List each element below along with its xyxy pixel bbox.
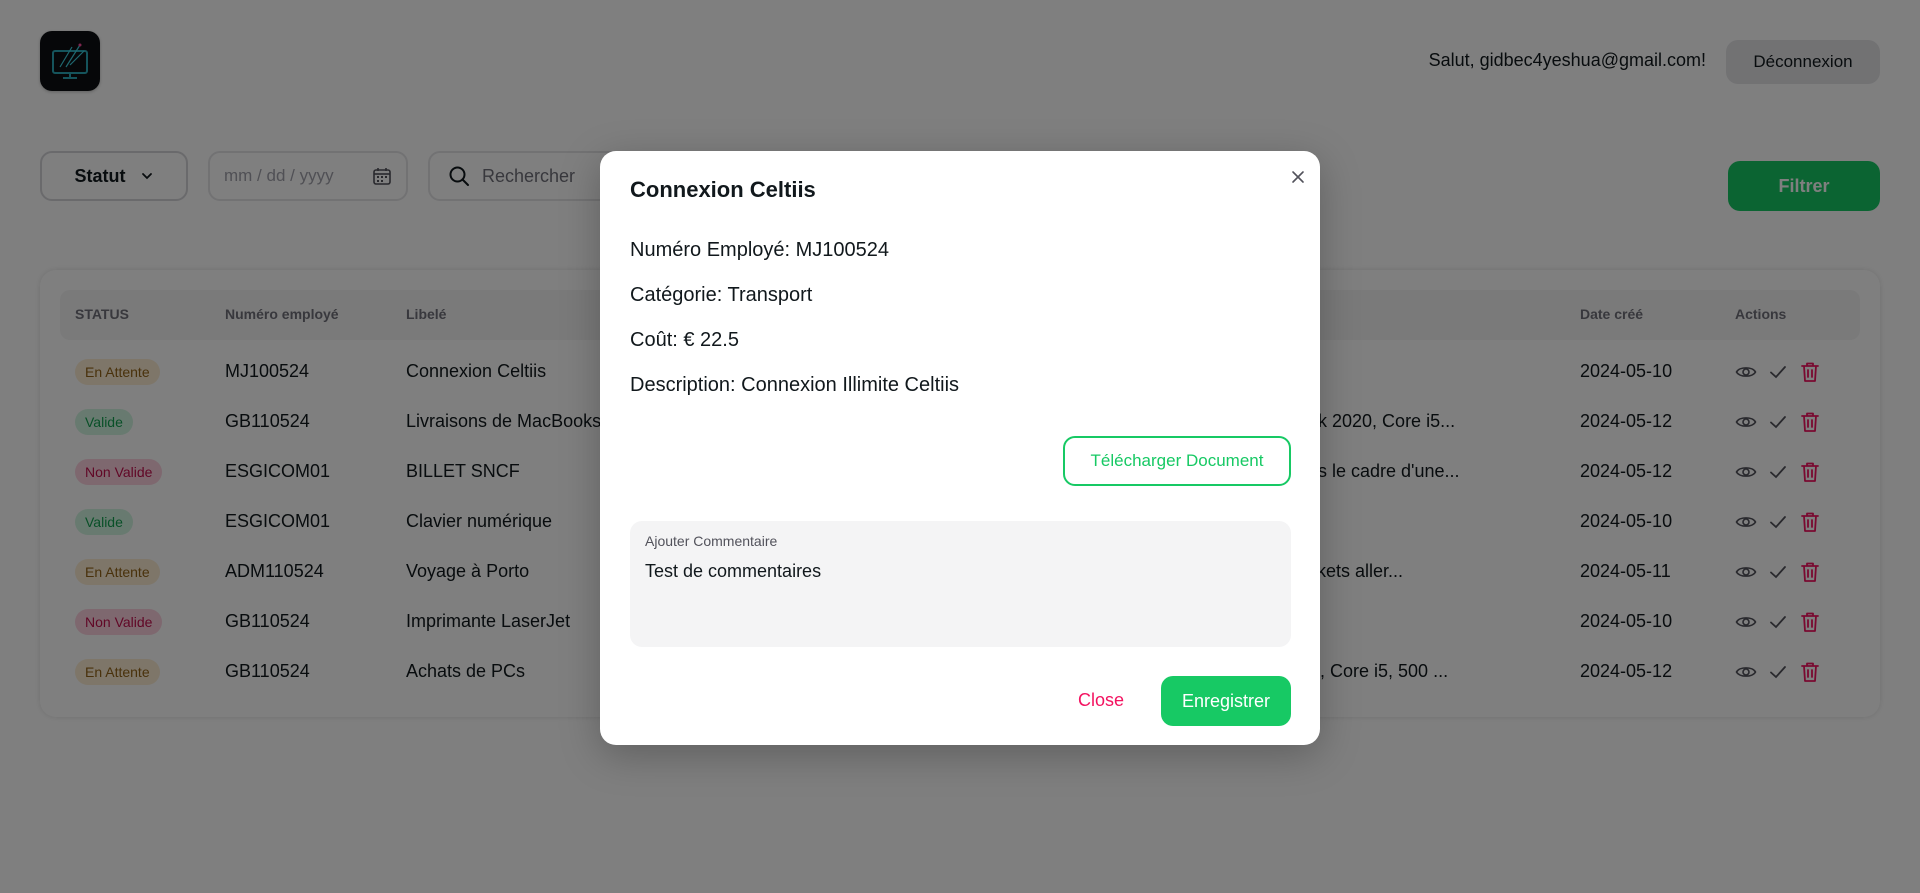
cost-line: Coût: € 22.5 [630, 329, 739, 351]
modal-title: Connexion Celtiis [630, 177, 816, 202]
comment-textarea[interactable]: Ajouter Commentaire Test de commentaires [630, 521, 1291, 647]
download-document-button[interactable]: Télécharger Document [1063, 436, 1291, 486]
modal-close-button[interactable] [1286, 165, 1310, 189]
category-line: Catégorie: Transport [630, 284, 813, 306]
expense-detail-modal: Connexion Celtiis Numéro Employé: MJ1005… [600, 151, 1320, 745]
comment-label: Ajouter Commentaire [645, 533, 778, 549]
close-button[interactable]: Close [1066, 676, 1136, 724]
comment-value: Test de commentaires [645, 561, 822, 581]
description-line: Description: Connexion Illimite Celtiis [630, 374, 960, 396]
close-icon [1292, 171, 1304, 183]
employee-number-line: Numéro Employé: MJ100524 [630, 239, 890, 261]
save-button[interactable]: Enregistrer [1161, 676, 1291, 726]
